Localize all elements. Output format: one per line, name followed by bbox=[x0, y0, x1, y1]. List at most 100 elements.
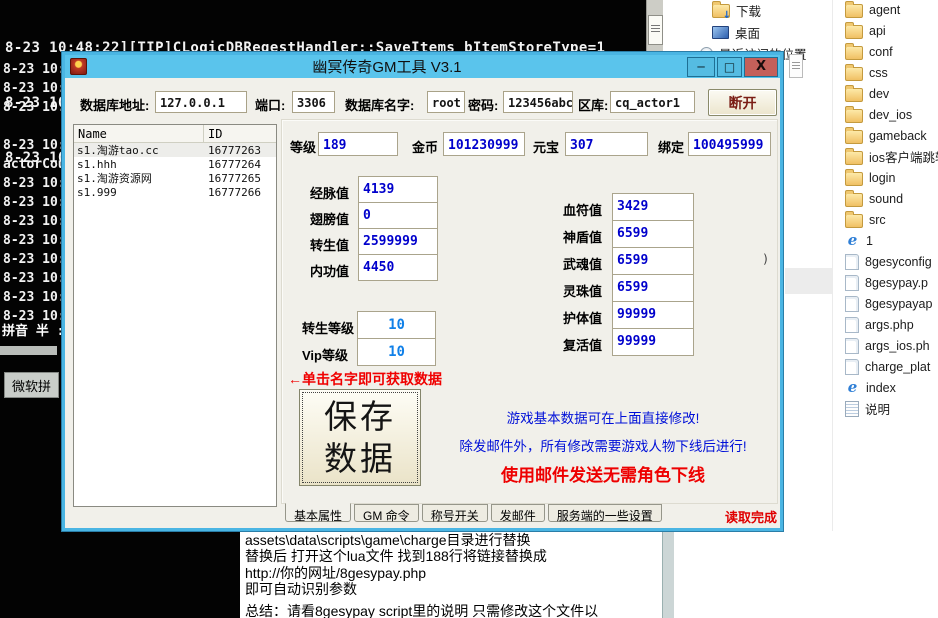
save-data-button[interactable]: 保存 数据 bbox=[299, 389, 421, 486]
file-label: gameback bbox=[869, 129, 927, 143]
rebirth-level-input[interactable]: 10 bbox=[357, 311, 436, 339]
save-button-line1: 保存 bbox=[324, 396, 396, 438]
db-name-input[interactable]: root bbox=[427, 91, 465, 113]
file-item[interactable]: 说明 bbox=[845, 400, 890, 417]
column-header-name[interactable]: Name bbox=[74, 125, 204, 142]
shield-input[interactable]: 6599 bbox=[612, 220, 694, 248]
console-scrollbar-thumb[interactable] bbox=[648, 15, 663, 45]
screen: 8-23 10:48:22][TIP]CLogicDBReqestHandler… bbox=[0, 0, 938, 618]
file-item[interactable]: args.php bbox=[845, 316, 914, 333]
folder-icon bbox=[845, 4, 863, 18]
minimize-button[interactable]: ─ bbox=[687, 57, 715, 77]
tab-gm-command[interactable]: GM 命令 bbox=[354, 504, 419, 522]
explorer-selected-row-fragment bbox=[785, 268, 832, 294]
db-address-input[interactable]: 127.0.0.1 bbox=[155, 91, 247, 113]
neigong-input[interactable]: 4450 bbox=[358, 254, 438, 281]
ime-name-box[interactable]: 微软拼 bbox=[4, 372, 59, 398]
folder-icon bbox=[845, 109, 863, 123]
column-header-id[interactable]: ID bbox=[204, 125, 222, 142]
stray-text: ) bbox=[762, 252, 769, 266]
player-name: s1.淘游资源网 bbox=[74, 170, 204, 186]
tab-title-switch[interactable]: 称号开关 bbox=[422, 504, 488, 522]
console-edge-line: 8-23 10: bbox=[3, 195, 66, 210]
level-input[interactable]: 189 bbox=[318, 132, 398, 156]
player-row[interactable]: s1.淘游资源网16777265 bbox=[74, 171, 276, 185]
file-item[interactable]: 8gesypayap bbox=[845, 295, 932, 312]
player-row[interactable]: s1.hhh16777264 bbox=[74, 157, 276, 171]
titlebar[interactable]: 幽冥传奇GM工具 V3.1 ─ □ X bbox=[65, 55, 780, 78]
file-label: conf bbox=[869, 45, 893, 59]
folder-icon bbox=[845, 25, 863, 39]
file-item[interactable]: dev bbox=[845, 85, 889, 102]
player-row[interactable]: s1.淘游tao.cc16777263 bbox=[74, 143, 276, 157]
tab-server-settings[interactable]: 服务端的一些设置 bbox=[548, 504, 662, 522]
nav-item-desktop[interactable]: 桌面 bbox=[712, 24, 760, 40]
wing-input[interactable]: 0 bbox=[358, 202, 438, 229]
file-item[interactable]: api bbox=[845, 22, 886, 39]
file-label: css bbox=[869, 66, 888, 80]
console-edge-line: 8-23 10: bbox=[3, 233, 66, 248]
zone-db-input[interactable]: cq_actor1 bbox=[610, 91, 695, 113]
folder-icon bbox=[845, 46, 863, 60]
app-icon bbox=[70, 58, 87, 75]
tab-send-mail[interactable]: 发邮件 bbox=[491, 504, 545, 522]
xuefu-input[interactable]: 3429 bbox=[612, 193, 694, 221]
explorer-scrollbar-thumb[interactable] bbox=[789, 54, 803, 78]
player-row[interactable]: s1.99916777266 bbox=[74, 185, 276, 199]
notepad-area[interactable]: assets\data\scripts\game\charge目录进行替换 替换… bbox=[240, 531, 938, 618]
notepad-line: http://你的网址/8gesypay.php bbox=[245, 565, 426, 581]
rebirth-value-input[interactable]: 2599999 bbox=[358, 228, 438, 255]
close-button[interactable]: X bbox=[744, 57, 778, 77]
vip-level-input[interactable]: 10 bbox=[357, 338, 436, 366]
meridian-label: 经脉值 bbox=[310, 183, 349, 202]
tab-basic-attributes[interactable]: 基本属性 bbox=[285, 503, 351, 522]
bound-input[interactable]: 100495999 bbox=[688, 132, 771, 156]
player-id: 16777265 bbox=[204, 172, 261, 185]
file-item[interactable]: ios客户端跳转 bbox=[845, 148, 938, 165]
wing-label: 翅膀值 bbox=[310, 209, 349, 228]
file-item[interactable]: charge_plat bbox=[845, 358, 930, 375]
file-item[interactable]: 8gesyconfig bbox=[845, 253, 932, 270]
file-item[interactable]: dev_ios bbox=[845, 106, 912, 123]
file-item[interactable]: index bbox=[845, 379, 896, 396]
revive-input[interactable]: 99999 bbox=[612, 328, 694, 356]
maximize-button[interactable]: □ bbox=[717, 57, 742, 77]
file-item[interactable]: 8gesypay.p bbox=[845, 274, 928, 291]
console-window-bottom bbox=[0, 531, 240, 618]
file-item[interactable]: css bbox=[845, 64, 888, 81]
gold-label: 金币 bbox=[412, 137, 438, 156]
password-input[interactable]: 123456abc bbox=[503, 91, 573, 113]
port-label: 端口: bbox=[255, 95, 285, 114]
yuanbao-input[interactable]: 307 bbox=[565, 132, 648, 156]
file-label: args_ios.ph bbox=[865, 339, 930, 353]
file-item[interactable]: src bbox=[845, 211, 886, 228]
gold-input[interactable]: 101230999 bbox=[443, 132, 525, 156]
folder-icon bbox=[845, 67, 863, 81]
console-scrollbar[interactable] bbox=[646, 0, 664, 52]
player-id: 16777264 bbox=[204, 158, 261, 171]
huti-input[interactable]: 99999 bbox=[612, 301, 694, 329]
file-item[interactable]: sound bbox=[845, 190, 903, 207]
file-item[interactable]: gameback bbox=[845, 127, 927, 144]
rebirth-value-label: 转生值 bbox=[310, 235, 349, 254]
file-icon bbox=[845, 275, 859, 291]
folder-icon bbox=[845, 130, 863, 144]
wuhun-input[interactable]: 6599 bbox=[612, 247, 694, 275]
file-item[interactable]: agent bbox=[845, 1, 900, 18]
lingzhu-input[interactable]: 6599 bbox=[612, 274, 694, 302]
nav-item-downloads[interactable]: 下载 bbox=[712, 2, 761, 18]
file-item[interactable]: conf bbox=[845, 43, 893, 60]
file-item[interactable]: args_ios.ph bbox=[845, 337, 930, 354]
ime-status-text: 拼音 半 : bbox=[2, 320, 64, 339]
notepad-scrollbar[interactable] bbox=[662, 531, 674, 618]
xuefu-label: 血符值 bbox=[563, 200, 602, 219]
player-list[interactable]: Name ID s1.淘游tao.cc16777263 s1.hhh167772… bbox=[73, 124, 277, 507]
level-label: 等级 bbox=[290, 137, 316, 156]
file-item[interactable]: 1 bbox=[845, 232, 873, 249]
port-input[interactable]: 3306 bbox=[292, 91, 335, 113]
meridian-input[interactable]: 4139 bbox=[358, 176, 438, 203]
folder-icon bbox=[845, 151, 863, 165]
download-folder-icon bbox=[712, 4, 730, 18]
file-item[interactable]: login bbox=[845, 169, 895, 186]
disconnect-button[interactable]: 断开 bbox=[708, 89, 777, 116]
